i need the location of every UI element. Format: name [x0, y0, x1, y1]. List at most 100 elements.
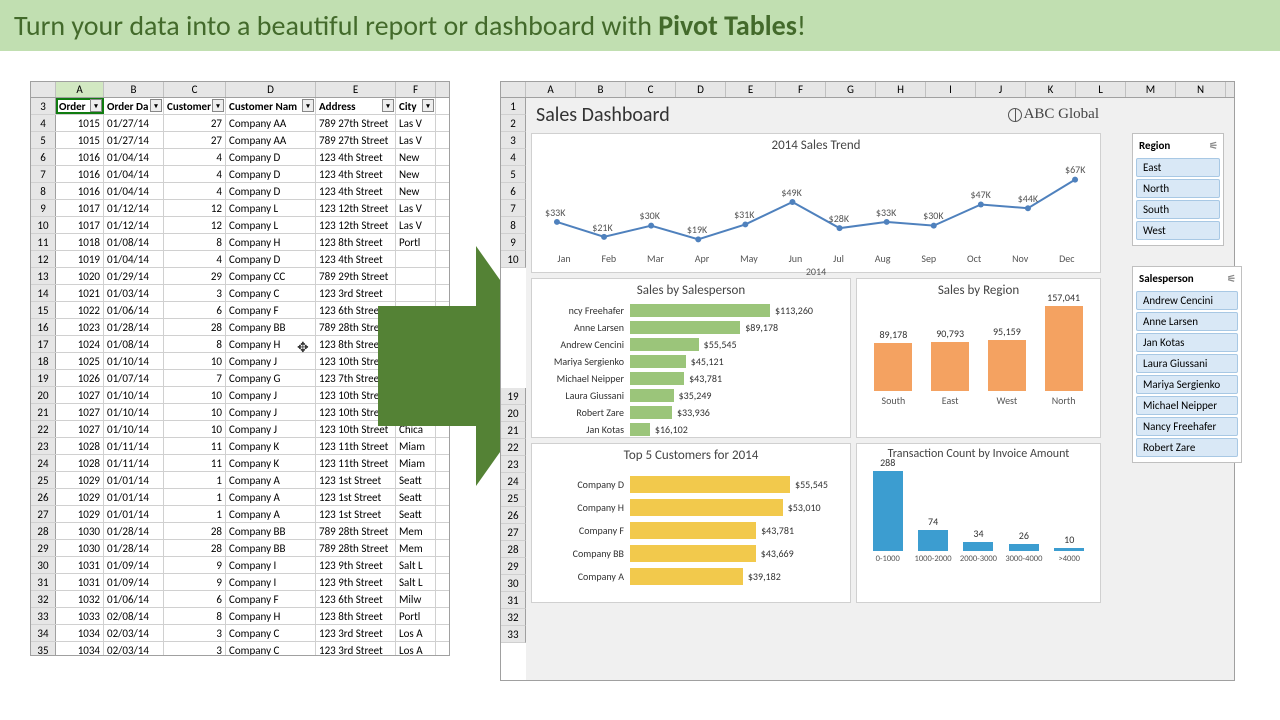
table-cell[interactable]: Salt L [396, 557, 436, 573]
table-cell[interactable]: 123 6th Street [316, 591, 396, 607]
col-header-J[interactable]: J [976, 82, 1026, 97]
table-cell[interactable]: Company BB [226, 540, 316, 556]
table-cell[interactable]: Milw [396, 591, 436, 607]
col-header-B[interactable]: B [104, 82, 164, 97]
table-cell[interactable]: 1026 [56, 370, 104, 386]
table-cell[interactable]: 01/11/14 [104, 438, 164, 454]
dashboard-sheet[interactable]: ABCDEFGHIJKLMN 1234567891019202122232425… [500, 81, 1235, 681]
table-cell[interactable]: 10 [164, 353, 226, 369]
table-cell[interactable]: 01/10/14 [104, 404, 164, 420]
chart-sales-by-salesperson[interactable]: Sales by Salesperson ncy Freehafer$113,2… [531, 278, 851, 438]
col-header-L[interactable]: L [1076, 82, 1126, 97]
table-cell[interactable]: Company H [226, 608, 316, 624]
table-cell[interactable]: 11 [164, 455, 226, 471]
row-header[interactable]: 21 [501, 422, 526, 439]
table-cell[interactable]: New [396, 149, 436, 165]
table-cell[interactable]: 1027 [56, 387, 104, 403]
table-cell[interactable]: 1033 [56, 608, 104, 624]
col-header-A[interactable]: A [56, 82, 104, 97]
table-cell[interactable]: 1016 [56, 183, 104, 199]
table-cell[interactable]: 01/04/14 [104, 251, 164, 267]
table-cell[interactable]: 1023 [56, 319, 104, 335]
table-cell[interactable]: 01/10/14 [104, 353, 164, 369]
table-cell[interactable]: 123 3rd Street [316, 625, 396, 641]
table-cell[interactable]: Company K [226, 455, 316, 471]
table-cell[interactable]: 29 [164, 268, 226, 284]
table-cell[interactable]: 8 [164, 608, 226, 624]
row-header[interactable]: 25 [501, 490, 526, 507]
table-cell[interactable]: 1017 [56, 200, 104, 216]
row-header[interactable]: 26 [501, 507, 526, 524]
table-header[interactable]: Address▾ [316, 98, 396, 114]
table-cell[interactable]: 01/28/14 [104, 540, 164, 556]
row-header[interactable]: 33 [501, 626, 526, 643]
table-cell[interactable]: Company I [226, 557, 316, 573]
table-header[interactable]: Order▾ [56, 98, 104, 114]
table-cell[interactable]: 8 [164, 234, 226, 250]
table-cell[interactable]: 01/04/14 [104, 166, 164, 182]
col-header-K[interactable]: K [1026, 82, 1076, 97]
slicer-item[interactable]: West [1136, 221, 1220, 240]
table-cell[interactable]: 1020 [56, 268, 104, 284]
table-cell[interactable]: 1029 [56, 506, 104, 522]
row-header[interactable]: 8 [501, 217, 526, 234]
table-cell[interactable]: 01/07/14 [104, 370, 164, 386]
table-cell[interactable]: 123 8th Street [316, 608, 396, 624]
table-cell[interactable]: 1016 [56, 149, 104, 165]
table-cell[interactable]: 1015 [56, 115, 104, 131]
chart-sales-by-region[interactable]: Sales by Region 89,178South90,793East95,… [856, 278, 1101, 438]
filter-dropdown-icon[interactable]: ▾ [422, 99, 434, 112]
table-cell[interactable]: 1029 [56, 489, 104, 505]
row-header[interactable]: 10 [501, 251, 526, 268]
table-cell[interactable]: Portl [396, 608, 436, 624]
slicer-item[interactable]: Laura Giussani [1136, 354, 1238, 373]
table-cell[interactable]: Company A [226, 472, 316, 488]
col-header-M[interactable]: M [1126, 82, 1176, 97]
table-cell[interactable]: 1019 [56, 251, 104, 267]
chart-transaction-count[interactable]: Transaction Count by Invoice Amount 2880… [856, 443, 1101, 603]
table-cell[interactable]: 01/06/14 [104, 302, 164, 318]
slicer-item[interactable]: Jan Kotas [1136, 333, 1238, 352]
slicer-item[interactable]: Michael Neipper [1136, 396, 1238, 415]
table-cell[interactable]: 123 4th Street [316, 166, 396, 182]
table-cell[interactable]: Company C [226, 642, 316, 656]
table-cell[interactable]: 01/04/14 [104, 149, 164, 165]
table-cell[interactable]: Company G [226, 370, 316, 386]
table-cell[interactable]: 01/27/14 [104, 132, 164, 148]
table-cell[interactable]: 1021 [56, 285, 104, 301]
row-header[interactable]: 27 [501, 524, 526, 541]
table-cell[interactable]: Company H [226, 234, 316, 250]
col-header-D[interactable]: D [676, 82, 726, 97]
row-header[interactable]: 32 [501, 609, 526, 626]
col-header-D[interactable]: D [226, 82, 316, 97]
table-cell[interactable]: 123 9th Street [316, 574, 396, 590]
table-cell[interactable]: 789 27th Street [316, 132, 396, 148]
table-cell[interactable]: 4 [164, 166, 226, 182]
table-cell[interactable]: 3 [164, 642, 226, 656]
table-cell[interactable]: 01/09/14 [104, 574, 164, 590]
table-cell[interactable]: 1018 [56, 234, 104, 250]
row-header[interactable]: 5 [501, 166, 526, 183]
table-header[interactable]: Customer▾ [164, 98, 226, 114]
table-cell[interactable]: 9 [164, 557, 226, 573]
table-cell[interactable]: 1028 [56, 438, 104, 454]
table-cell[interactable]: 10 [164, 387, 226, 403]
slicer-item[interactable]: Andrew Cencini [1136, 291, 1238, 310]
table-cell[interactable]: Company BB [226, 523, 316, 539]
row-header[interactable]: 19 [501, 388, 526, 405]
table-cell[interactable]: Company D [226, 183, 316, 199]
table-cell[interactable]: New [396, 166, 436, 182]
slicer-item[interactable]: South [1136, 200, 1220, 219]
table-cell[interactable]: 9 [164, 574, 226, 590]
table-cell[interactable]: Los A [396, 642, 436, 656]
table-cell[interactable]: 1016 [56, 166, 104, 182]
row-header[interactable]: 23 [501, 456, 526, 473]
row-header[interactable]: 6 [501, 183, 526, 200]
table-cell[interactable]: 1034 [56, 625, 104, 641]
table-cell[interactable]: Company AA [226, 115, 316, 131]
table-header[interactable]: City▾ [396, 98, 436, 114]
table-cell[interactable]: 02/03/14 [104, 625, 164, 641]
table-cell[interactable]: 4 [164, 149, 226, 165]
table-cell[interactable]: 123 4th Street [316, 149, 396, 165]
table-cell[interactable]: 1022 [56, 302, 104, 318]
